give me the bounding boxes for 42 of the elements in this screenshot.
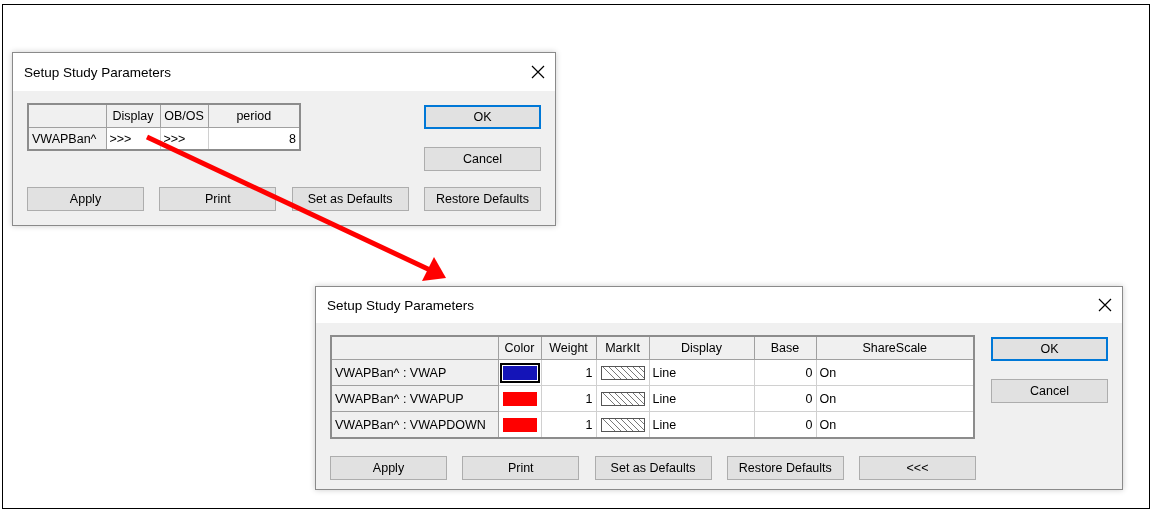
table-cell[interactable]: 0 — [754, 385, 816, 412]
dialog-button[interactable]: Print — [462, 456, 580, 480]
color-swatch[interactable] — [502, 365, 537, 380]
column-header: OB/OS — [160, 104, 208, 128]
dialog-button[interactable]: Restore Defaults — [424, 187, 541, 211]
window-title: Setup Study Parameters — [327, 297, 475, 313]
dialog-button[interactable]: Set as Defaults — [594, 456, 712, 480]
dialog-button[interactable]: Apply — [27, 187, 144, 211]
dialog-button[interactable]: <<< — [859, 456, 976, 480]
table-cell[interactable]: 1 — [541, 359, 596, 386]
table-cell[interactable]: Line — [649, 385, 754, 412]
dialog-button[interactable]: Cancel — [424, 147, 541, 171]
row-header: VWAPBan^ — [28, 127, 106, 150]
color-swatch[interactable] — [502, 417, 537, 432]
column-header: period — [208, 104, 300, 128]
table-cell[interactable]: 0 — [754, 359, 816, 386]
column-header: ShareScale — [816, 336, 974, 360]
row-header: VWAPBan^ : VWAP — [331, 359, 498, 386]
dialog-button[interactable]: OK — [424, 105, 541, 129]
hatch-swatch[interactable] — [600, 391, 645, 406]
column-header: Base — [754, 336, 816, 360]
window-title: Setup Study Parameters — [24, 64, 172, 80]
dialog-button[interactable]: Cancel — [991, 379, 1108, 403]
table-cell[interactable]: Line — [649, 359, 754, 386]
dialog-button[interactable]: Restore Defaults — [726, 456, 844, 480]
hatch-swatch[interactable] — [600, 365, 645, 380]
color-swatch[interactable] — [502, 391, 537, 406]
hatch-swatch[interactable] — [600, 417, 645, 432]
table-cell[interactable]: 1 — [541, 385, 596, 412]
dialog-button[interactable]: Set as Defaults — [291, 187, 409, 211]
dialog-button[interactable]: Print — [159, 187, 277, 211]
close-icon[interactable] — [1098, 298, 1112, 312]
column-header: Display — [106, 104, 160, 128]
close-icon[interactable] — [531, 65, 545, 79]
column-header: Display — [649, 336, 754, 360]
column-header: Weight — [541, 336, 596, 360]
dialog-button[interactable]: OK — [991, 337, 1108, 361]
column-header: Color — [498, 336, 541, 360]
dialog-button[interactable]: Apply — [330, 456, 447, 480]
row-header: VWAPBan^ : VWAPDOWN — [331, 411, 498, 438]
column-header: MarkIt — [596, 336, 649, 360]
row-header: VWAPBan^ : VWAPUP — [331, 385, 498, 412]
